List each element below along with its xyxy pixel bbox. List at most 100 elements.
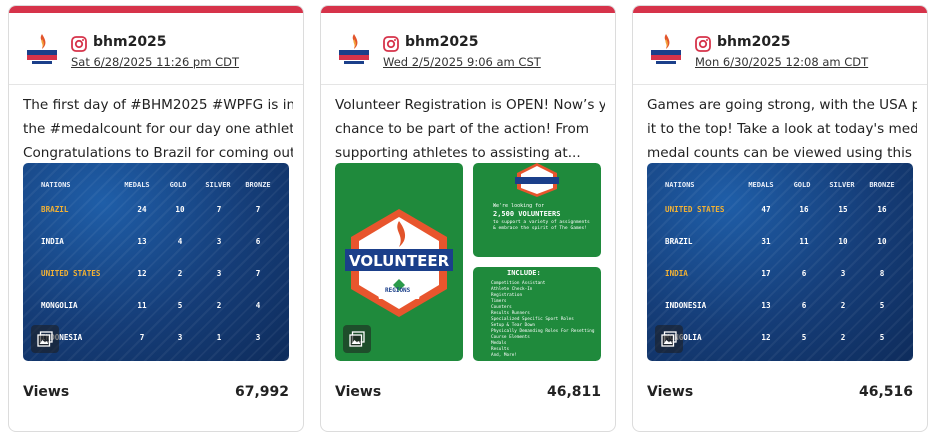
silver-count: 1 [216,333,222,342]
medal-table-image[interactable]: NATIONS MEDALS GOLD SILVER BRONZE BRAZIL… [23,163,289,361]
caption-line: Games are going strong, with the USA pul… [647,97,917,113]
medal-total: 24 [137,205,147,214]
views-count: 46,516 [858,384,913,400]
gold-count: 6 [801,301,807,310]
gold-count: 16 [799,205,809,214]
bronze-count: 5 [879,301,885,310]
post-card-1[interactable]: bhm2025 Sat 6/28/2025 11:26 pm CDT The f… [8,5,304,432]
role-item: Counters [491,305,512,310]
card-accent-bar [9,6,303,13]
bronze-count: 4 [255,301,261,310]
bronze-count: 3 [255,333,261,342]
banner-main-text: VOLUNTEER [349,252,450,270]
post-date-link[interactable]: Sat 6/28/2025 11:26 pm CDT [71,55,239,69]
role-item: Competition Assistant [491,281,546,286]
post-date-link[interactable]: Wed 2/5/2025 9:06 am CST [383,55,541,69]
medal-total: 11 [137,301,147,310]
bhm2025-logo [651,34,681,64]
caption-line: medal counts can be viewed using this li… [647,145,917,161]
nation-name: INDIA [665,269,688,278]
medal-total: 13 [137,237,147,246]
views-count: 67,992 [234,384,289,400]
views-count: 46,811 [546,384,601,400]
post-caption: Games are going strong, with the USA pul… [647,93,917,165]
gold-count: 6 [801,269,807,278]
bronze-count: 16 [877,205,887,214]
role-item: Course Elements [491,335,530,340]
volunteer-info-image[interactable]: We're looking for 2,500 VOLUNTEERS to su… [473,163,601,257]
post-card-3[interactable]: bhm2025 Mon 6/30/2025 12:08 am CDT Games… [632,5,928,432]
views-label: Views [647,384,694,400]
medal-total: 31 [761,237,771,246]
col-nations: NATIONS [41,181,71,189]
caption-line: it to the top! Take a look at today's me… [647,121,917,137]
instagram-icon [695,36,711,52]
col-nations: NATIONS [665,181,695,189]
gold-count: 11 [799,237,809,246]
nation-name: BRAZIL [41,205,69,214]
post-caption: The first day of #BHM2025 #WPFG is in th… [23,93,293,165]
medal-total: 47 [761,205,771,214]
medal-total: 17 [761,269,771,278]
gallery-button[interactable] [343,325,371,353]
col-bronze: BRONZE [869,181,895,189]
col-medals: MEDALS [124,181,150,189]
gallery-button[interactable] [655,325,683,353]
support-text-1: to support a variety of assignments [493,220,590,225]
nation-name: MONGOLIA [41,301,78,310]
bronze-count: 7 [255,269,261,278]
gold-count: 5 [801,333,807,342]
silver-count: 3 [840,269,846,278]
col-bronze: BRONZE [245,181,271,189]
instagram-icon [383,36,399,52]
role-item: Timers [491,299,507,304]
role-item: Specialized Specific Sport Roles [491,317,574,322]
volunteer-count-text: 2,500 VOLUNTEERS [493,210,561,218]
image-gallery-icon [661,331,677,347]
account-handle[interactable]: bhm2025 [93,34,167,50]
nation-name: BRAZIL [665,237,693,246]
medal-total: 12 [137,269,147,278]
medal-total: 13 [761,301,771,310]
post-card-2[interactable]: bhm2025 Wed 2/5/2025 9:06 am CST Volunte… [320,5,616,432]
role-item: Results Runners [491,311,530,316]
role-item: Athlete Check-In [491,287,533,292]
volunteer-image-grid[interactable]: OFFICIAL GAMES VOLUNTEER REGIONS We're l… [335,163,601,361]
post-date-link[interactable]: Mon 6/30/2025 12:08 am CDT [695,55,868,69]
role-item: Medals [491,341,507,346]
include-title: INCLUDE: [507,269,541,277]
medal-table-image[interactable]: NATIONS MEDALS GOLD SILVER BRONZE UNITED… [647,163,913,361]
looking-for-text: We're looking for [493,203,545,209]
silver-count: 3 [216,237,222,246]
role-item: Results [491,347,510,352]
nation-name: UNITED STATES [41,269,101,278]
image-gallery-icon [349,331,365,347]
sponsor-text: REGIONS [385,287,411,294]
caption-line: the #medalcount for our day one athletes… [23,121,293,137]
silver-count: 15 [838,205,848,214]
bronze-count: 10 [877,237,887,246]
nation-name: INDONESIA [665,301,707,310]
caption-line: chance to be part of the action! From [335,121,590,137]
col-silver: SILVER [829,181,855,189]
gold-count: 5 [177,301,183,310]
medal-total: 7 [139,333,145,342]
post-caption: Volunteer Registration is OPEN! Now’s yo… [335,93,605,165]
bronze-count: 5 [879,333,885,342]
card-accent-bar [321,6,615,13]
silver-count: 2 [216,301,222,310]
volunteer-roles-image[interactable]: INCLUDE: Competition Assistant Athlete C… [473,267,601,361]
gold-count: 10 [175,205,185,214]
silver-count: 2 [840,301,846,310]
role-item: Setup & Tear Down [491,323,535,328]
col-gold: GOLD [169,181,187,189]
account-handle[interactable]: bhm2025 [717,34,791,50]
views-label: Views [23,384,70,400]
account-handle[interactable]: bhm2025 [405,34,479,50]
silver-count: 2 [840,333,846,342]
role-item: Physically Demanding Roles For Resetting [491,329,595,334]
gallery-button[interactable] [31,325,59,353]
views-label: Views [335,384,382,400]
bronze-count: 8 [879,269,885,278]
instagram-icon [71,36,87,52]
